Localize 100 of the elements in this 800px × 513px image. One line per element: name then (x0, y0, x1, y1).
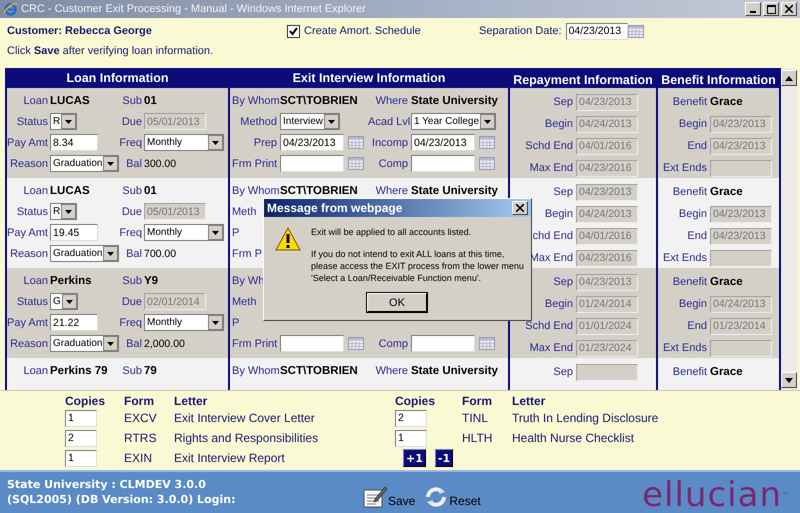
field-label: Ext Ends (662, 252, 707, 264)
date-field[interactable]: 04/23/2013 (411, 134, 475, 151)
form-code: HLTH (462, 431, 494, 445)
readonly-field[interactable] (576, 364, 638, 380)
dropdown[interactable]: Monthly (144, 134, 224, 151)
calendar-icon[interactable] (348, 157, 364, 170)
save-button[interactable]: Save (362, 477, 416, 509)
field-value: Grace (710, 366, 743, 378)
field-value: State University (411, 94, 498, 106)
reset-button[interactable]: Reset (423, 477, 481, 509)
field-label: Begin (544, 208, 573, 220)
readonly-field[interactable] (710, 250, 772, 266)
field-value: Perkins 79 (50, 364, 108, 376)
dropdown[interactable]: R (50, 203, 78, 220)
warning-icon (275, 227, 301, 251)
copies-step-button[interactable]: -1 (434, 449, 454, 467)
field-label: chd End (532, 230, 573, 242)
copies-field[interactable]: 1 (65, 450, 97, 466)
field-label: Begin (678, 118, 707, 130)
letter-name: Rights and Responsibilities (174, 431, 320, 445)
column-header: Exit Interview Information (292, 70, 446, 87)
field-value: State University (411, 364, 498, 376)
text-field[interactable]: 21.22 (50, 314, 98, 331)
ok-button[interactable]: OK (367, 293, 427, 312)
dropdown[interactable]: Interview (280, 113, 340, 130)
field-label: Comp (378, 158, 408, 170)
logo-wordmark: ellucian$^{™}$ (642, 477, 790, 513)
dropdown[interactable]: G (50, 293, 78, 310)
field-label: Benefit (672, 276, 707, 288)
field-label: Sub (121, 274, 142, 286)
scroll-up-button[interactable] (781, 70, 797, 86)
down-arrow-icon (785, 378, 793, 382)
dropdown[interactable]: R (50, 113, 78, 130)
minimize-button[interactable] (745, 2, 761, 16)
calendar-icon[interactable] (348, 337, 364, 350)
field-label: Frm Print (232, 338, 277, 350)
calendar-icon[interactable] (479, 136, 495, 149)
date-field[interactable] (411, 155, 475, 172)
text-field[interactable]: 19.45 (50, 224, 98, 241)
up-arrow-icon (785, 76, 793, 80)
field-value: Grace (710, 276, 743, 288)
field-value: Perkins (50, 274, 92, 286)
close-button[interactable] (781, 2, 797, 16)
dropdown[interactable]: 1 Year College (411, 113, 496, 130)
date-field[interactable] (280, 155, 344, 172)
maximize-icon (766, 4, 776, 14)
field-label: Status (16, 116, 48, 128)
calendar-icon[interactable] (348, 136, 364, 149)
copies-step-button[interactable]: +1 (403, 449, 426, 467)
field-label: Status (16, 296, 48, 308)
copies-field[interactable]: 1 (65, 410, 97, 426)
readonly-field[interactable] (710, 340, 772, 356)
calendar-icon[interactable] (628, 24, 644, 38)
date-field[interactable] (411, 335, 475, 352)
copies-field[interactable]: 2 (65, 430, 97, 446)
window-title: CRC - Customer Exit Processing - Manual - Windows Internet Explorer (21, 3, 367, 15)
date-field[interactable]: 04/23/2013 (566, 22, 628, 40)
field-value: Grace (710, 96, 743, 108)
column-header: Repayment Information (512, 72, 654, 88)
field-label: Due (120, 116, 142, 128)
calendar-icon[interactable] (479, 157, 495, 170)
field-label: Benefit (672, 96, 707, 108)
maximize-button[interactable] (763, 2, 779, 16)
field-label: Sub (121, 184, 142, 196)
field-label: By Whom (232, 94, 277, 106)
field-label: P (232, 316, 240, 328)
copies-field[interactable]: 2 (395, 410, 427, 426)
field-label: By Whom (232, 184, 277, 196)
form-code: EXIN (124, 451, 154, 465)
field-label: End (687, 230, 707, 242)
readonly-field[interactable] (710, 160, 772, 176)
calendar-icon[interactable] (479, 337, 495, 350)
field-label: Schd End (525, 140, 573, 152)
field-label: Freq (119, 316, 142, 328)
dropdown[interactable]: Monthly (144, 224, 224, 241)
field-label: Ext Ends (662, 162, 707, 174)
dropdown[interactable]: Graduation (50, 155, 120, 172)
field-value: State University (411, 184, 498, 196)
close-button[interactable] (512, 201, 528, 215)
dropdown[interactable]: Graduation (50, 335, 120, 352)
dropdown[interactable]: Monthly (144, 314, 224, 331)
field-value: SCT\TOBRIEN (280, 184, 358, 196)
field-label: Max End (530, 342, 573, 354)
field-label: Bal (125, 248, 142, 260)
field-value: Y9 (144, 274, 158, 286)
column-header: Form (462, 394, 493, 408)
field-label: Frm Print (232, 158, 277, 170)
checkbox[interactable] (287, 24, 300, 38)
text-field[interactable]: 8.34 (50, 134, 98, 151)
date-field[interactable]: 04/23/2013 (280, 134, 344, 151)
close-icon (516, 204, 524, 212)
dropdown[interactable]: Graduation (50, 245, 120, 262)
field-label: Begin (544, 298, 573, 310)
copies-field[interactable]: 1 (395, 430, 427, 446)
field-label: Loan (22, 274, 48, 286)
scrollbar[interactable] (781, 68, 797, 390)
notepad-pen-icon (362, 485, 388, 509)
date-field[interactable] (280, 335, 344, 352)
field-value: 300.00 (144, 158, 176, 170)
scroll-down-button[interactable] (781, 372, 797, 388)
